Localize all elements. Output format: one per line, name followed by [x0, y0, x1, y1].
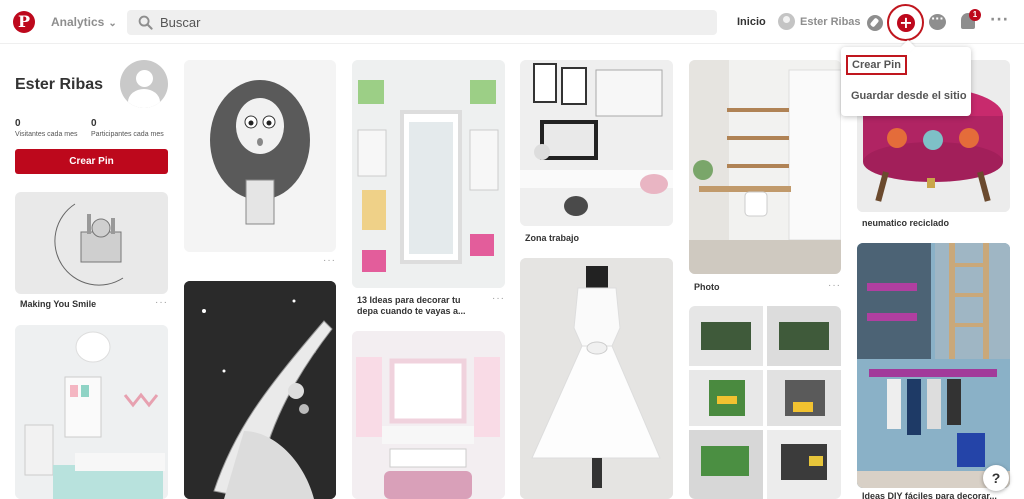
avatar-body [128, 89, 160, 108]
pin-caption-ladder[interactable]: Ideas DIY fáciles para decorar... [862, 491, 997, 499]
save-from-site-menu-item[interactable]: Guardar desde el sitio [851, 90, 967, 102]
top-bar: P Analytics⌄ Inicio Ester Ribas + 1 ··· [0, 0, 1024, 44]
vanity-photo [352, 331, 505, 499]
pinterest-logo-icon[interactable]: P [13, 11, 35, 33]
moon-illustration [54, 203, 124, 286]
pin-image-girl-sketch[interactable] [184, 60, 336, 252]
profile-name: Ester Ribas [15, 76, 104, 93]
photo-room-photo [689, 60, 841, 274]
pin-image-mirror-room[interactable] [352, 60, 505, 288]
pin-caption-photo-room[interactable]: Photo [694, 282, 720, 293]
garage-toy-collage [689, 306, 841, 499]
search-input[interactable] [160, 12, 700, 33]
pin-more-icon[interactable]: ··· [828, 280, 841, 291]
pin-caption-mirror-room[interactable]: 13 Ideas para decorar tu depa cuando te … [357, 295, 477, 317]
profile-link-label: Ester Ribas [800, 15, 861, 28]
pin-caption-pouf[interactable]: neumatico reciclado [862, 218, 949, 229]
profile-avatar[interactable] [120, 60, 168, 108]
pin-image-kids-room[interactable] [15, 325, 168, 499]
pin-caption-moon[interactable]: Making You Smile [20, 299, 96, 310]
notification-badge: 1 [969, 9, 981, 21]
analytics-menu[interactable]: Analytics ⌄ [51, 15, 117, 29]
dress-photo [520, 258, 673, 499]
chevron-down-icon: ⌄ [108, 18, 117, 29]
avatar-head [136, 70, 153, 87]
pin-more-icon[interactable]: ··· [155, 297, 168, 308]
pin-image-vanity[interactable] [352, 331, 505, 499]
search-icon [138, 15, 153, 30]
pin-image-ladder[interactable] [857, 243, 1010, 488]
visitors-count: 0 [15, 118, 21, 129]
participants-label: Participantes cada mes [91, 131, 164, 138]
visitors-label: Visitantes cada mes [15, 131, 78, 138]
desk-photo [520, 60, 673, 226]
add-pin-icon[interactable]: + [897, 14, 915, 32]
visitors-stat: 0 Visitantes cada mes [15, 118, 78, 138]
pin-more-icon[interactable]: ··· [323, 255, 336, 266]
create-pin-menu-item[interactable]: Crear Pin [846, 55, 907, 75]
participants-stat: 0 Participantes cada mes [91, 118, 164, 138]
pin-caption-desk[interactable]: Zona trabajo [525, 233, 579, 244]
home-link[interactable]: Inicio [737, 16, 766, 28]
ladder-collage [857, 243, 1010, 488]
more-options-icon[interactable]: ··· [990, 12, 1009, 28]
pin-image-moon[interactable] [15, 192, 168, 294]
mirror-room-photo [352, 60, 505, 288]
pin-image-dress[interactable] [520, 258, 673, 499]
pin-more-icon[interactable]: ··· [492, 293, 505, 304]
analytics-label: Analytics [51, 15, 105, 29]
pin-image-garage-toy[interactable] [689, 306, 841, 499]
star-art-illustration [184, 281, 336, 499]
profile-link[interactable]: Ester Ribas [778, 13, 861, 30]
search-bar[interactable] [127, 10, 717, 35]
kids-room-photo [15, 325, 168, 499]
pin-image-photo-room[interactable] [689, 60, 841, 274]
help-button[interactable]: ? [983, 465, 1009, 491]
girl-sketch-illustration [184, 60, 336, 252]
avatar-icon [778, 13, 795, 30]
create-dropdown: Crear Pin Guardar desde el sitio [841, 47, 971, 116]
pin-image-star-art[interactable] [184, 281, 336, 499]
pin-image-desk[interactable] [520, 60, 673, 226]
compass-icon[interactable] [867, 15, 883, 31]
create-pin-button[interactable]: Crear Pin [15, 149, 168, 174]
participants-count: 0 [91, 118, 97, 129]
messages-icon[interactable] [929, 12, 946, 30]
